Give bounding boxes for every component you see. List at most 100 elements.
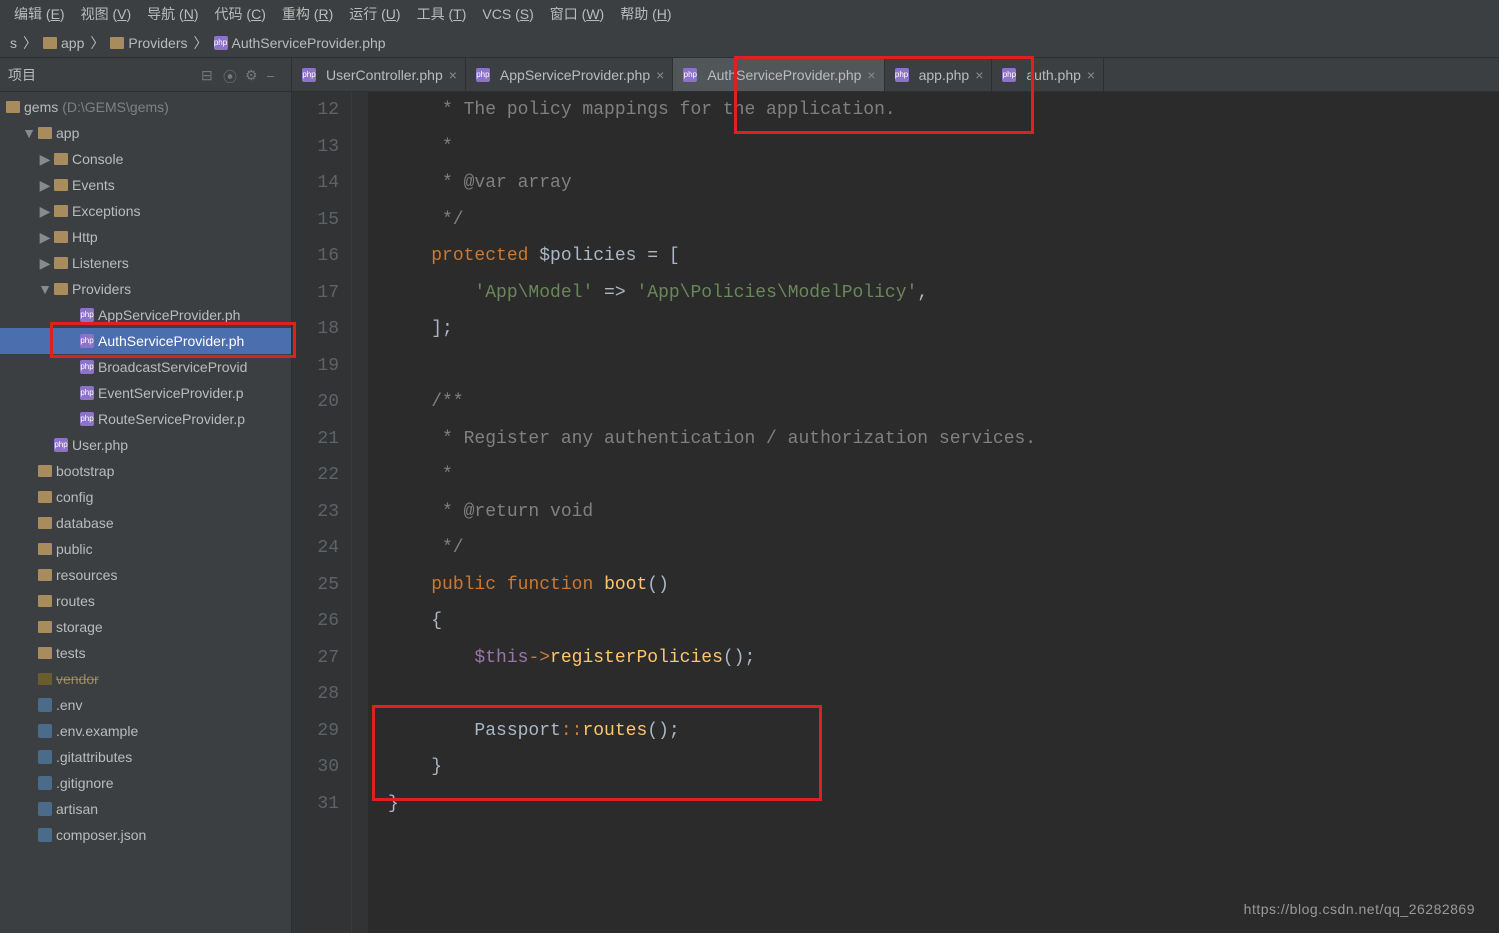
menu-item[interactable]: VCS (S) [474,4,541,24]
code-line[interactable]: protected $policies = [ [388,238,1499,275]
close-icon[interactable]: × [1087,67,1095,83]
chevron-right-icon[interactable]: ▶ [38,256,52,270]
crumb[interactable]: Providers [104,35,193,51]
menu-item[interactable]: 视图 (V) [73,2,140,26]
menu-item[interactable]: 代码 (C) [207,2,274,26]
code-line[interactable]: /** [388,384,1499,421]
code-line[interactable]: } [388,749,1499,786]
tree-node[interactable]: phpBroadcastServiceProvid [0,354,291,380]
code-line[interactable]: * @return void [388,494,1499,531]
tree-node[interactable]: ▶Exceptions [0,198,291,224]
settings-icon[interactable]: ⚙ [245,67,261,83]
project-tree[interactable]: gems (D:\GEMS\gems) ▼app▶Console▶Events▶… [0,92,291,933]
tree-node[interactable]: vendor [0,666,291,692]
chevron-down-icon[interactable]: ▼ [38,282,52,296]
chevron-right-icon[interactable]: ▶ [38,230,52,244]
crumb[interactable]: s [4,35,23,51]
tree-node[interactable]: composer.json [0,822,291,848]
tree-node-selected[interactable]: phpAuthServiceProvider.ph [0,328,291,354]
editor-tab[interactable]: phpUserController.php× [292,58,466,91]
collapse-icon[interactable]: ⊟ [201,67,217,83]
close-icon[interactable]: × [867,67,875,83]
tree-node[interactable]: .gitignore [0,770,291,796]
code-line[interactable]: Passport::routes(); [388,713,1499,750]
code-content[interactable]: * The policy mappings for the applicatio… [368,92,1499,933]
line-number: 28 [292,676,339,713]
code-line[interactable]: * [388,129,1499,166]
code-line[interactable]: * The policy mappings for the applicatio… [388,92,1499,129]
tree-node[interactable]: public [0,536,291,562]
chevron-down-icon[interactable]: ▼ [22,126,36,140]
close-icon[interactable]: × [656,67,664,83]
menu-item[interactable]: 工具 (T) [409,2,475,26]
menu-bar: 编辑 (E)视图 (V)导航 (N)代码 (C)重构 (R)运行 (U)工具 (… [0,0,1499,28]
code-line[interactable]: */ [388,530,1499,567]
tree-node[interactable]: database [0,510,291,536]
tree-node-label: database [56,515,114,531]
tree-node[interactable]: .gitattributes [0,744,291,770]
fold-column[interactable] [352,92,368,933]
code-line[interactable]: * @var array [388,165,1499,202]
code-editor[interactable]: 1213141516171819202122232425262728293031… [292,92,1499,933]
tree-node[interactable]: ▶Listeners [0,250,291,276]
crumb[interactable]: phpAuthServiceProvider.php [208,35,392,51]
editor-tab[interactable]: phpapp.php× [885,58,993,91]
code-line[interactable]: } [388,786,1499,823]
tree-root[interactable]: gems (D:\GEMS\gems) [0,94,291,120]
tree-node[interactable]: phpEventServiceProvider.p [0,380,291,406]
tree-node[interactable]: phpUser.php [0,432,291,458]
editor-tab-active[interactable]: phpAuthServiceProvider.php× [673,58,884,91]
breadcrumb: s〉app〉Providers〉phpAuthServiceProvider.p… [0,28,1499,58]
tree-node[interactable]: config [0,484,291,510]
tree-node[interactable]: ▶Events [0,172,291,198]
code-line[interactable]: */ [388,202,1499,239]
tree-node[interactable]: resources [0,562,291,588]
tree-node[interactable]: .env [0,692,291,718]
menu-item[interactable]: 运行 (U) [341,2,408,26]
tree-node[interactable]: bootstrap [0,458,291,484]
tree-node[interactable]: tests [0,640,291,666]
tree-node[interactable]: storage [0,614,291,640]
code-line[interactable]: { [388,603,1499,640]
php-file-icon: php [476,68,490,82]
tree-node[interactable]: ▼app [0,120,291,146]
code-line[interactable]: * Register any authentication / authoriz… [388,421,1499,458]
close-icon[interactable]: × [449,67,457,83]
tree-node[interactable]: .env.example [0,718,291,744]
chevron-right-icon[interactable]: ▶ [38,178,52,192]
code-line[interactable]: 'App\Model' => 'App\Policies\ModelPolicy… [388,275,1499,312]
tree-root-path: (D:\GEMS\gems) [62,99,169,115]
hide-icon[interactable]: ⎯ [267,67,283,83]
close-icon[interactable]: × [975,67,983,83]
locate-icon[interactable]: ⦿ [223,67,239,83]
code-line[interactable]: ]; [388,311,1499,348]
editor-tab[interactable]: phpAppServiceProvider.php× [466,58,673,91]
tree-node[interactable]: routes [0,588,291,614]
menu-item[interactable]: 导航 (N) [139,2,206,26]
file-icon [38,828,52,842]
chevron-right-icon[interactable]: ▶ [38,152,52,166]
editor-tab[interactable]: phpauth.php× [992,58,1104,91]
crumb-label: Providers [128,35,187,51]
menu-item[interactable]: 窗口 (W) [542,2,612,26]
tree-node[interactable]: ▼Providers [0,276,291,302]
tree-node[interactable]: ▶Console [0,146,291,172]
folder-icon [54,205,68,217]
folder-icon [54,231,68,243]
tree-node[interactable]: phpAppServiceProvider.ph [0,302,291,328]
code-line[interactable] [388,676,1499,713]
code-line[interactable]: * [388,457,1499,494]
chevron-right-icon[interactable]: ▶ [38,204,52,218]
tree-node[interactable]: ▶Http [0,224,291,250]
menu-item[interactable]: 重构 (R) [274,2,341,26]
code-line[interactable]: public function boot() [388,567,1499,604]
crumb[interactable]: app [37,35,90,51]
menu-item[interactable]: 帮助 (H) [612,2,679,26]
code-line[interactable] [388,348,1499,385]
code-line[interactable]: $this->registerPolicies(); [388,640,1499,677]
tree-node[interactable]: artisan [0,796,291,822]
tree-node[interactable]: phpRouteServiceProvider.p [0,406,291,432]
menu-item[interactable]: 编辑 (E) [6,2,73,26]
tab-label: AuthServiceProvider.php [707,67,861,83]
line-number: 13 [292,129,339,166]
